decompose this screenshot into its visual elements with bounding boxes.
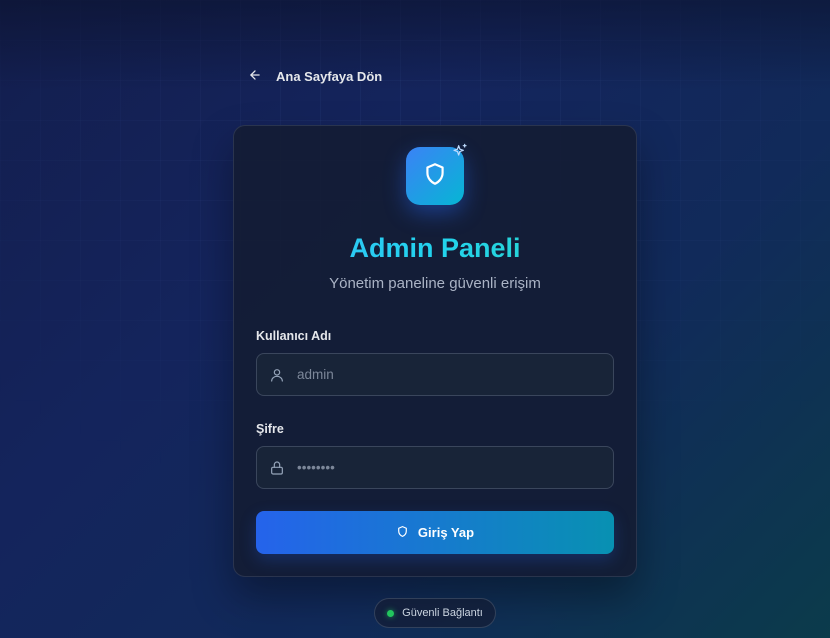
password-input[interactable] <box>297 447 613 488</box>
status-dot-icon <box>387 609 395 617</box>
shield-icon <box>422 161 448 192</box>
page-title: Admin Paneli <box>234 233 636 264</box>
username-label: Kullanıcı Adı <box>256 329 332 343</box>
arrow-left-icon <box>248 68 262 85</box>
sparkles-icon <box>452 143 468 159</box>
username-input[interactable] <box>297 354 613 395</box>
login-card: Admin Paneli Yönetim paneline güvenli er… <box>233 125 637 577</box>
back-to-home-link[interactable]: Ana Sayfaya Dön <box>248 68 382 85</box>
secure-connection-badge: Güvenli Bağlantı <box>374 598 496 628</box>
lock-icon <box>269 460 285 476</box>
password-label: Şifre <box>256 422 284 436</box>
back-link-label: Ana Sayfaya Dön <box>276 69 383 84</box>
login-button-label: Giriş Yap <box>417 525 475 540</box>
password-field[interactable] <box>256 446 614 489</box>
user-icon <box>269 367 285 383</box>
background-glow <box>0 0 830 90</box>
username-field[interactable] <box>256 353 614 396</box>
shield-icon <box>396 525 409 541</box>
status-label: Güvenli Bağlantı <box>402 607 483 619</box>
login-button[interactable]: Giriş Yap <box>256 511 614 554</box>
page-subtitle: Yönetim paneline güvenli erişim <box>329 275 541 292</box>
